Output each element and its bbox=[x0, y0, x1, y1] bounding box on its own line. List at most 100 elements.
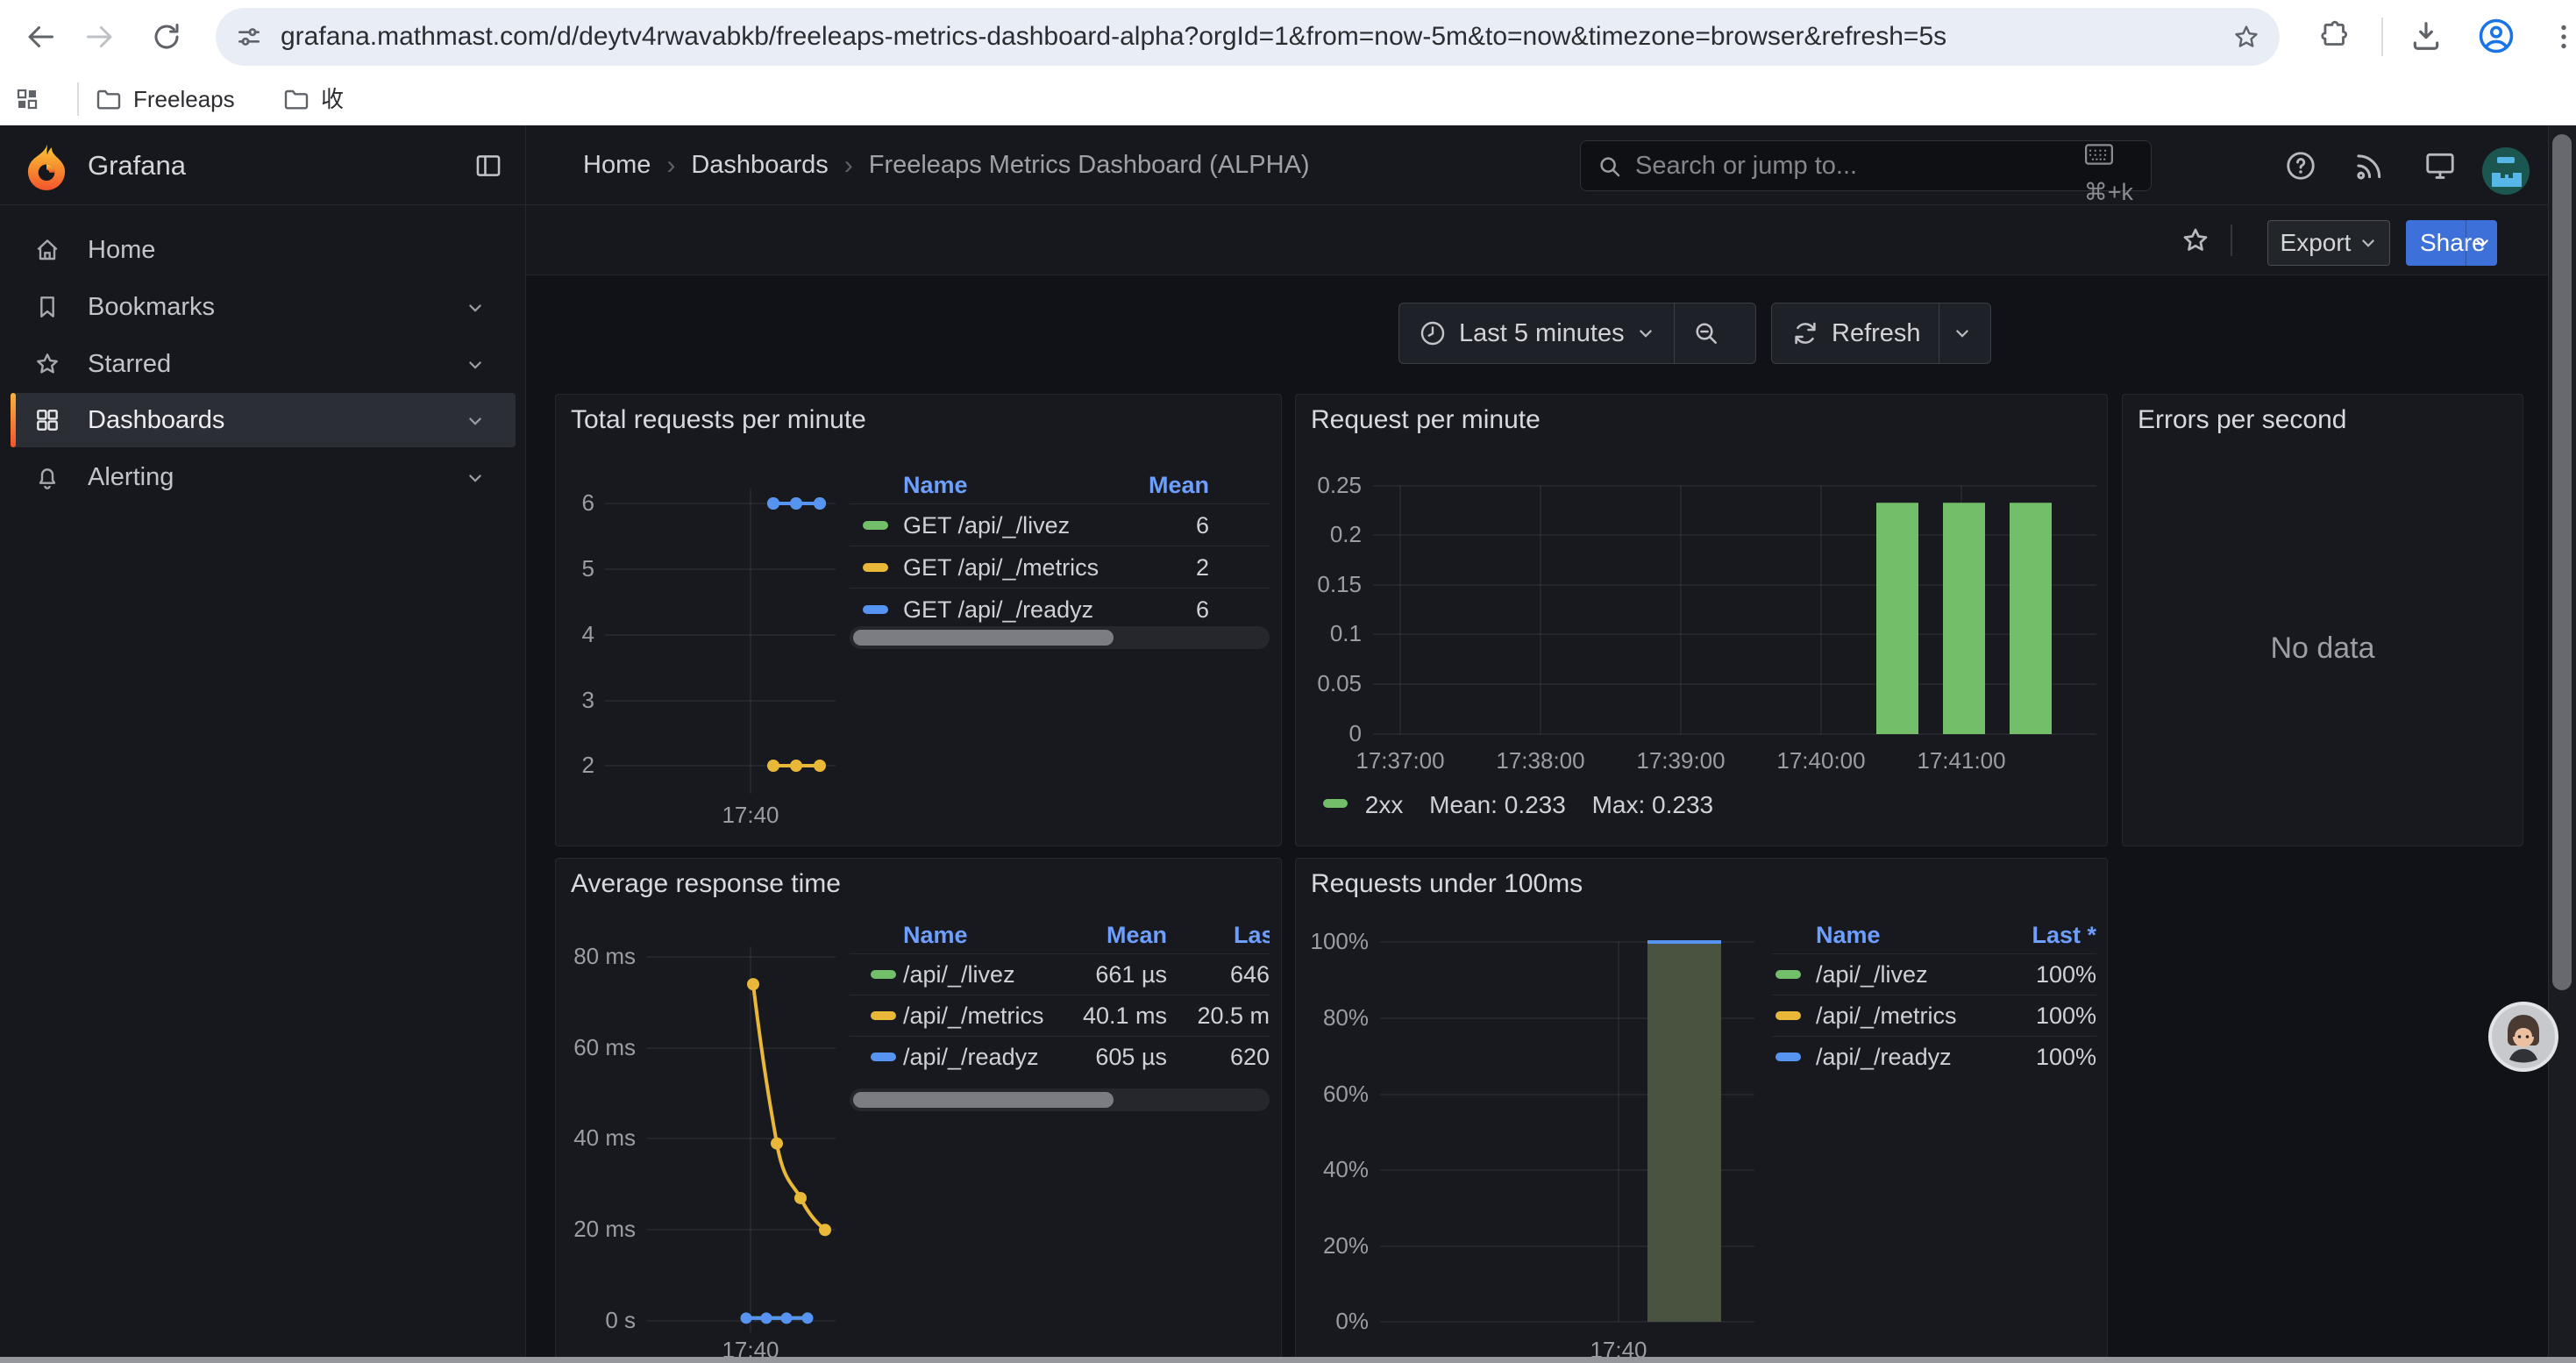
favorite-star-icon[interactable] bbox=[2180, 225, 2211, 256]
user-avatar[interactable] bbox=[2481, 146, 2530, 196]
legend-row[interactable]: /api/_/metrics100% bbox=[1772, 995, 2096, 1036]
y-tick: 0% bbox=[1296, 1308, 1369, 1335]
sidebar-item-bookmarks[interactable]: Bookmarks bbox=[11, 280, 516, 334]
legend-table: NameLast */api/_/livez100%/api/_/metrics… bbox=[1772, 915, 2096, 1083]
bookmark-star-icon[interactable] bbox=[2232, 23, 2260, 51]
folder-icon bbox=[282, 86, 310, 114]
y-tick: 80 ms bbox=[556, 943, 636, 970]
chevron-down-icon[interactable] bbox=[466, 356, 484, 374]
legend-row[interactable]: /api/_/livez100% bbox=[1772, 953, 2096, 995]
search-input[interactable]: Search or jump to... ⌘+k bbox=[1580, 140, 2152, 191]
brand-name[interactable]: Grafana bbox=[88, 125, 186, 205]
bookmark-label[interactable]: Freeleaps bbox=[133, 73, 235, 125]
share-label: Share bbox=[2406, 229, 2466, 257]
chevron-down-icon bbox=[2359, 234, 2377, 252]
chevron-down-icon[interactable] bbox=[466, 299, 484, 317]
series-value: 620 bbox=[850, 1037, 1270, 1078]
sidebar-item-alerting[interactable]: Alerting bbox=[11, 450, 516, 504]
scrollbar-thumb[interactable] bbox=[853, 1092, 1114, 1108]
scrollbar-thumb[interactable] bbox=[2552, 134, 2572, 990]
legend-row[interactable]: GET /api/_/readyz6 bbox=[850, 588, 1270, 630]
series-pill[interactable] bbox=[1323, 799, 1348, 808]
column-header[interactable]: Last * bbox=[1772, 922, 2096, 949]
download-icon[interactable] bbox=[2409, 19, 2443, 53]
y-tick: 100% bbox=[1296, 928, 1369, 955]
bell-icon bbox=[33, 463, 61, 491]
main-header: Home › Dashboards › Freeleaps Metrics Da… bbox=[526, 125, 2548, 205]
y-tick: 4 bbox=[556, 621, 594, 648]
breadcrumb-dashboards[interactable]: Dashboards bbox=[691, 151, 828, 180]
share-button[interactable]: Share bbox=[2406, 220, 2497, 266]
legend-row[interactable]: /api/_/readyz100% bbox=[1772, 1036, 2096, 1077]
window-bottom-edge bbox=[0, 1357, 2576, 1363]
time-range-picker[interactable]: Last 5 minutes bbox=[1398, 303, 1756, 364]
share-menu-toggle[interactable] bbox=[2466, 220, 2497, 266]
keyboard-icon bbox=[2084, 141, 2114, 168]
extensions-icon[interactable] bbox=[2318, 19, 2352, 53]
floating-avatar[interactable] bbox=[2488, 1002, 2558, 1072]
zoom-out-icon[interactable] bbox=[1692, 319, 1720, 347]
collapse-sidebar-icon[interactable] bbox=[473, 151, 503, 181]
column-header[interactable]: Las bbox=[1234, 922, 1270, 949]
kiosk-monitor-icon[interactable] bbox=[2423, 149, 2457, 182]
y-tick: 0.1 bbox=[1296, 620, 1362, 647]
y-tick: 60% bbox=[1296, 1081, 1369, 1108]
legend-hscrollbar[interactable] bbox=[850, 626, 1270, 649]
series-value: 6 bbox=[850, 589, 1209, 631]
forward-icon[interactable] bbox=[84, 21, 116, 53]
y-tick: 5 bbox=[556, 555, 594, 582]
bookmark-icon bbox=[33, 293, 61, 321]
legend-row[interactable]: /api/_/readyz605 µs620 bbox=[850, 1036, 1270, 1077]
sidebar-item-label: Dashboards bbox=[88, 393, 224, 447]
help-icon[interactable] bbox=[2284, 149, 2317, 182]
grafana-logo[interactable] bbox=[23, 141, 70, 192]
site-settings-icon[interactable] bbox=[235, 23, 263, 51]
breadcrumb: Home › Dashboards › Freeleaps Metrics Da… bbox=[583, 125, 1310, 205]
legend-header: NameLast * bbox=[1772, 915, 2096, 953]
refresh-picker[interactable]: Refresh bbox=[1771, 303, 1991, 364]
browser-menu-icon[interactable] bbox=[2548, 21, 2576, 53]
back-icon[interactable] bbox=[25, 21, 56, 53]
profile-icon[interactable] bbox=[2478, 18, 2515, 54]
legend-row[interactable]: GET /api/_/metrics2 bbox=[850, 546, 1270, 588]
legend-row[interactable]: /api/_/metrics40.1 ms20.5 m bbox=[850, 995, 1270, 1036]
legend-row[interactable]: /api/_/livez661 µs646 bbox=[850, 953, 1270, 995]
chevron-down-icon[interactable] bbox=[466, 412, 484, 430]
legend-item-2xx[interactable]: 2xx Mean: 0.233 Max: 0.233 bbox=[1323, 791, 1713, 819]
panel-errors-per-second[interactable]: Errors per second No data bbox=[2122, 394, 2523, 846]
group-divider bbox=[1674, 303, 1675, 363]
y-tick: 0.15 bbox=[1296, 571, 1362, 598]
legend-header: NameMean bbox=[850, 465, 1270, 503]
panel-requests-under-100ms[interactable]: Requests under 100ms 100% 80% 60% 40% 20… bbox=[1295, 858, 2108, 1363]
series-value: 100% bbox=[1772, 1037, 2096, 1078]
export-button[interactable]: Export bbox=[2267, 220, 2390, 266]
sidebar-item-home[interactable]: Home bbox=[11, 223, 516, 277]
y-tick: 0 s bbox=[556, 1307, 636, 1334]
chevron-down-icon[interactable] bbox=[466, 469, 484, 487]
panel-average-response-time[interactable]: Average response time 80 ms 60 ms 40 ms … bbox=[555, 858, 1282, 1363]
news-rss-icon[interactable] bbox=[2352, 149, 2385, 182]
series-value: 6 bbox=[850, 504, 1209, 546]
sidebar-item-dashboards[interactable]: Dashboards bbox=[11, 393, 516, 447]
series-value: 100% bbox=[1772, 995, 2096, 1037]
breadcrumb-home[interactable]: Home bbox=[583, 151, 651, 180]
dashboards-grid-icon bbox=[33, 406, 61, 434]
legend-hscrollbar[interactable] bbox=[850, 1088, 1270, 1111]
column-header[interactable]: Mean bbox=[850, 922, 1167, 949]
panel-request-per-minute[interactable]: Request per minute 0.25 0.2 0.15 0.1 0.0… bbox=[1295, 394, 2108, 846]
column-header[interactable]: Mean bbox=[850, 472, 1209, 499]
x-tick: 17:38:00 bbox=[1479, 747, 1602, 774]
bookmarks-divider bbox=[77, 82, 79, 116]
scrollbar-thumb[interactable] bbox=[853, 630, 1114, 646]
url-text[interactable]: grafana.mathmast.com/d/deytv4rwavabkb/fr… bbox=[281, 8, 1946, 66]
panel-total-requests[interactable]: Total requests per minute 6 5 4 3 2 17:4… bbox=[555, 394, 1282, 846]
apps-grid-icon[interactable] bbox=[14, 86, 40, 112]
breadcrumb-current: Freeleaps Metrics Dashboard (ALPHA) bbox=[869, 151, 1310, 180]
sidebar-item-starred[interactable]: Starred bbox=[11, 337, 516, 391]
toolbar-divider bbox=[2381, 18, 2383, 56]
address-bar[interactable]: grafana.mathmast.com/d/deytv4rwavabkb/fr… bbox=[216, 8, 2280, 66]
reload-icon[interactable] bbox=[151, 21, 182, 53]
panel-title[interactable]: Errors per second bbox=[2138, 405, 2346, 435]
legend-row[interactable]: GET /api/_/livez6 bbox=[850, 503, 1270, 546]
page-scrollbar[interactable] bbox=[2548, 125, 2576, 1363]
